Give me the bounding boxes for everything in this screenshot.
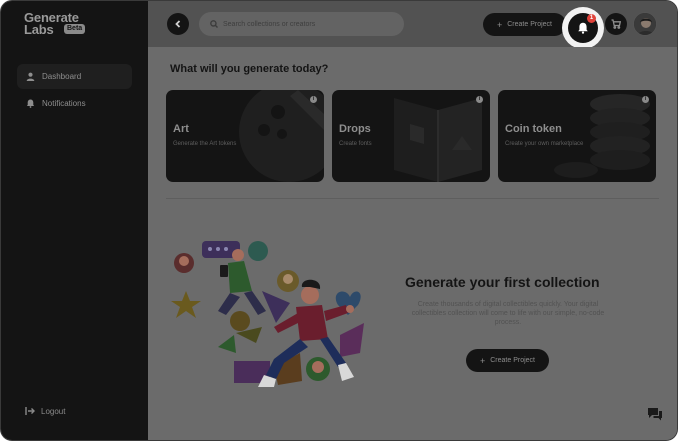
chat-support-button[interactable] (644, 403, 666, 425)
cart-button[interactable] (605, 13, 627, 35)
info-icon[interactable]: i (476, 96, 483, 103)
create-project-label: Create Project (507, 21, 552, 28)
create-project-button[interactable]: + Create Project (483, 13, 566, 36)
user-icon (26, 72, 35, 81)
search-placeholder: Search collections or creators (223, 20, 316, 28)
hero-title: Generate your first collection (405, 274, 600, 290)
create-project-label: Create Project (490, 357, 535, 364)
section-divider (166, 198, 659, 199)
card-subtitle: Create fonts (339, 141, 372, 147)
plus-icon: + (479, 355, 486, 366)
sidebar: Generate Labs Beta Dashboard Notificatio… (1, 1, 148, 440)
search-input[interactable]: Search collections or creators (199, 12, 404, 36)
card-title: Art (173, 123, 189, 135)
info-icon[interactable]: i (642, 96, 649, 103)
logout-button[interactable]: Logout (25, 406, 65, 416)
sidebar-item-label: Notifications (42, 99, 86, 108)
coin-stack-illustration (554, 94, 650, 178)
sidebar-item-notifications[interactable]: Notifications (17, 91, 132, 116)
hero-create-project-button[interactable]: + Create Project (466, 349, 549, 372)
app-window: Generate Labs Beta Dashboard Notificatio… (0, 0, 678, 441)
top-bar: Search collections or creators + Create … (148, 1, 677, 49)
bell-icon (26, 99, 35, 108)
card-subtitle: Generate the Art tokens (173, 141, 237, 147)
notifications-button-inner: 1 (568, 13, 598, 43)
sidebar-item-label: Dashboard (42, 72, 82, 81)
beta-badge: Beta (64, 24, 86, 34)
card-title: Drops (339, 123, 371, 135)
book-illustration (394, 98, 482, 182)
dashboard-main: What will you generate today? i Art Gene… (148, 47, 677, 440)
card-coin-token[interactable]: i Coin token Create your own marketplace (498, 90, 656, 182)
card-subtitle: Create your own marketplace (505, 141, 584, 147)
card-drops[interactable]: i Drops Create fonts (332, 90, 490, 182)
chevron-left-icon (175, 20, 181, 28)
card-art[interactable]: i Art Generate the Art tokens (166, 90, 324, 182)
collection-illustration (171, 241, 364, 387)
notifications-button[interactable]: 1 (562, 7, 604, 49)
logout-icon (25, 407, 35, 415)
sidebar-item-dashboard[interactable]: Dashboard (17, 64, 132, 89)
info-icon[interactable]: i (310, 96, 317, 103)
notification-count-badge: 1 (587, 14, 596, 23)
logout-label: Logout (41, 406, 66, 416)
card-title: Coin token (505, 123, 562, 135)
page-title: What will you generate today? (170, 63, 329, 75)
hero-description: Create thousands of digital collectibles… (411, 301, 605, 326)
palette-illustration (239, 90, 324, 182)
search-icon (210, 20, 218, 28)
cart-icon (611, 19, 621, 29)
avatar[interactable] (633, 12, 657, 36)
brand-logo[interactable]: Generate Labs Beta (24, 11, 94, 40)
plus-icon: + (496, 19, 503, 30)
chat-icon (648, 408, 662, 421)
back-button[interactable] (167, 13, 189, 35)
bell-icon (578, 22, 588, 34)
avatar-image (634, 13, 656, 35)
